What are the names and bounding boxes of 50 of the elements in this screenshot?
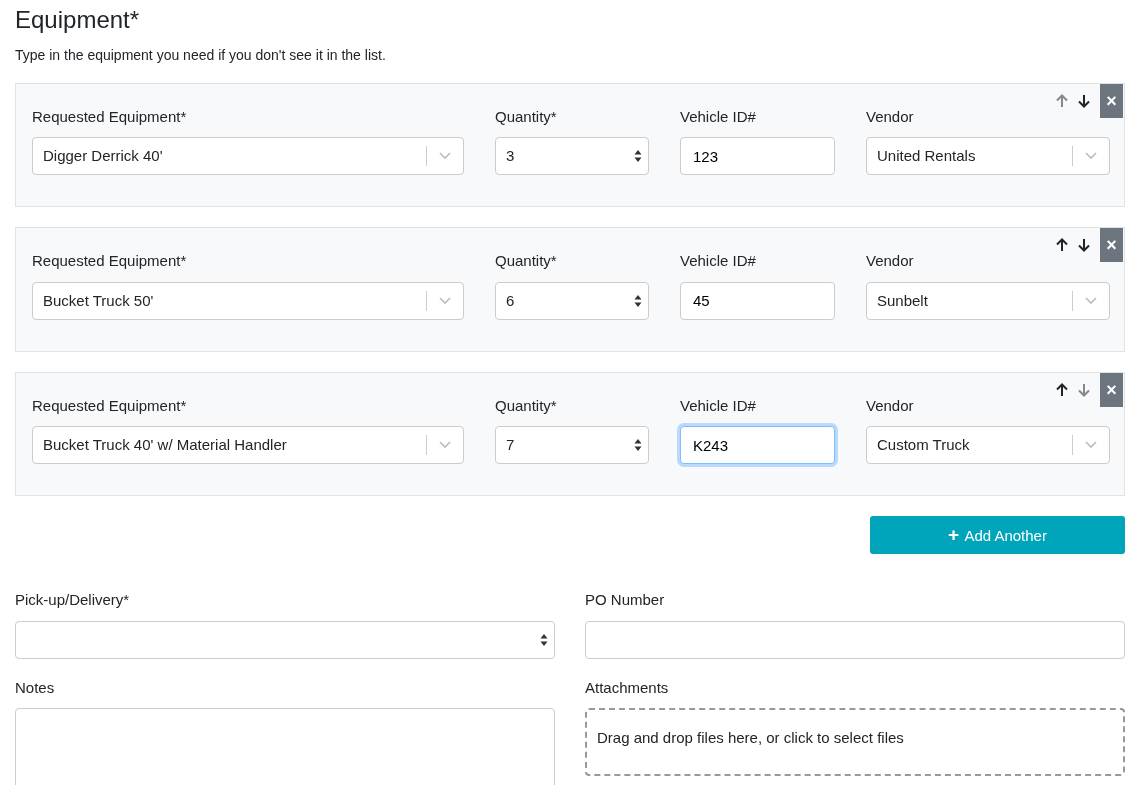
stepper-icon	[634, 149, 642, 164]
field-label: Vendor	[866, 106, 915, 127]
field-label: Attachments	[585, 677, 670, 698]
quantity-select[interactable]: 7	[495, 426, 649, 465]
vehicle-id-field[interactable]: K243	[680, 426, 835, 465]
field-label: Vehicle ID#	[680, 251, 757, 272]
field-label: Quantity*	[495, 395, 558, 416]
field-label: Vendor	[866, 251, 915, 272]
hint-text: Type in the equipment you need if you don't see it in the list.	[15, 45, 387, 65]
field-label: Pick-up/Delivery*	[15, 590, 131, 611]
vendor-select[interactable]: Custom Truck	[866, 426, 1110, 465]
field-label: PO Number	[585, 590, 666, 611]
file-dropzone[interactable]: Drag and drop files here, or click to select files	[585, 708, 1125, 777]
stepper-icon	[634, 438, 642, 453]
field-label: Quantity*	[495, 251, 558, 272]
chevron-down-icon	[1085, 152, 1097, 161]
field-label: Vendor	[866, 395, 915, 416]
move-down-button[interactable]	[1078, 238, 1090, 253]
section-title: Equipment*	[15, 6, 141, 35]
equipment-select[interactable]: Digger Derrick 40'	[32, 137, 464, 176]
field-label: Requested Equipment*	[32, 395, 188, 416]
vehicle-id-field[interactable]: 123	[680, 137, 835, 176]
field-label: Vehicle ID#	[680, 395, 757, 416]
vendor-select[interactable]: United Rentals	[866, 137, 1110, 176]
equipment-select[interactable]: Bucket Truck 40' w/ Material Handler	[32, 426, 464, 465]
equipment-select[interactable]: Bucket Truck 50'	[32, 281, 464, 320]
move-up-button[interactable]	[1056, 382, 1068, 397]
notes-field[interactable]	[15, 708, 555, 785]
quantity-select[interactable]: 3	[495, 137, 649, 176]
field-label: Requested Equipment*	[32, 251, 188, 272]
move-up-button[interactable]	[1056, 238, 1068, 253]
chevron-down-icon	[1085, 441, 1097, 450]
remove-button[interactable]: ×	[1100, 83, 1123, 118]
remove-button[interactable]: ×	[1100, 228, 1123, 263]
vehicle-id-field[interactable]: 45	[680, 281, 835, 320]
stepper-icon	[540, 632, 548, 647]
chevron-down-icon	[439, 441, 451, 450]
chevron-down-icon	[1085, 296, 1097, 305]
field-label: Notes	[15, 677, 56, 698]
field-label: Vehicle ID#	[680, 106, 757, 127]
po-number-field[interactable]	[585, 620, 1125, 659]
chevron-down-icon	[439, 296, 451, 305]
quantity-select[interactable]: 6	[495, 281, 649, 320]
remove-button[interactable]: ×	[1100, 372, 1123, 407]
chevron-down-icon	[439, 152, 451, 161]
field-label: Quantity*	[495, 106, 558, 127]
field-label: Requested Equipment*	[32, 106, 188, 127]
move-down-button[interactable]	[1078, 93, 1090, 108]
vendor-select[interactable]: Sunbelt	[866, 281, 1110, 320]
stepper-icon	[634, 293, 642, 308]
